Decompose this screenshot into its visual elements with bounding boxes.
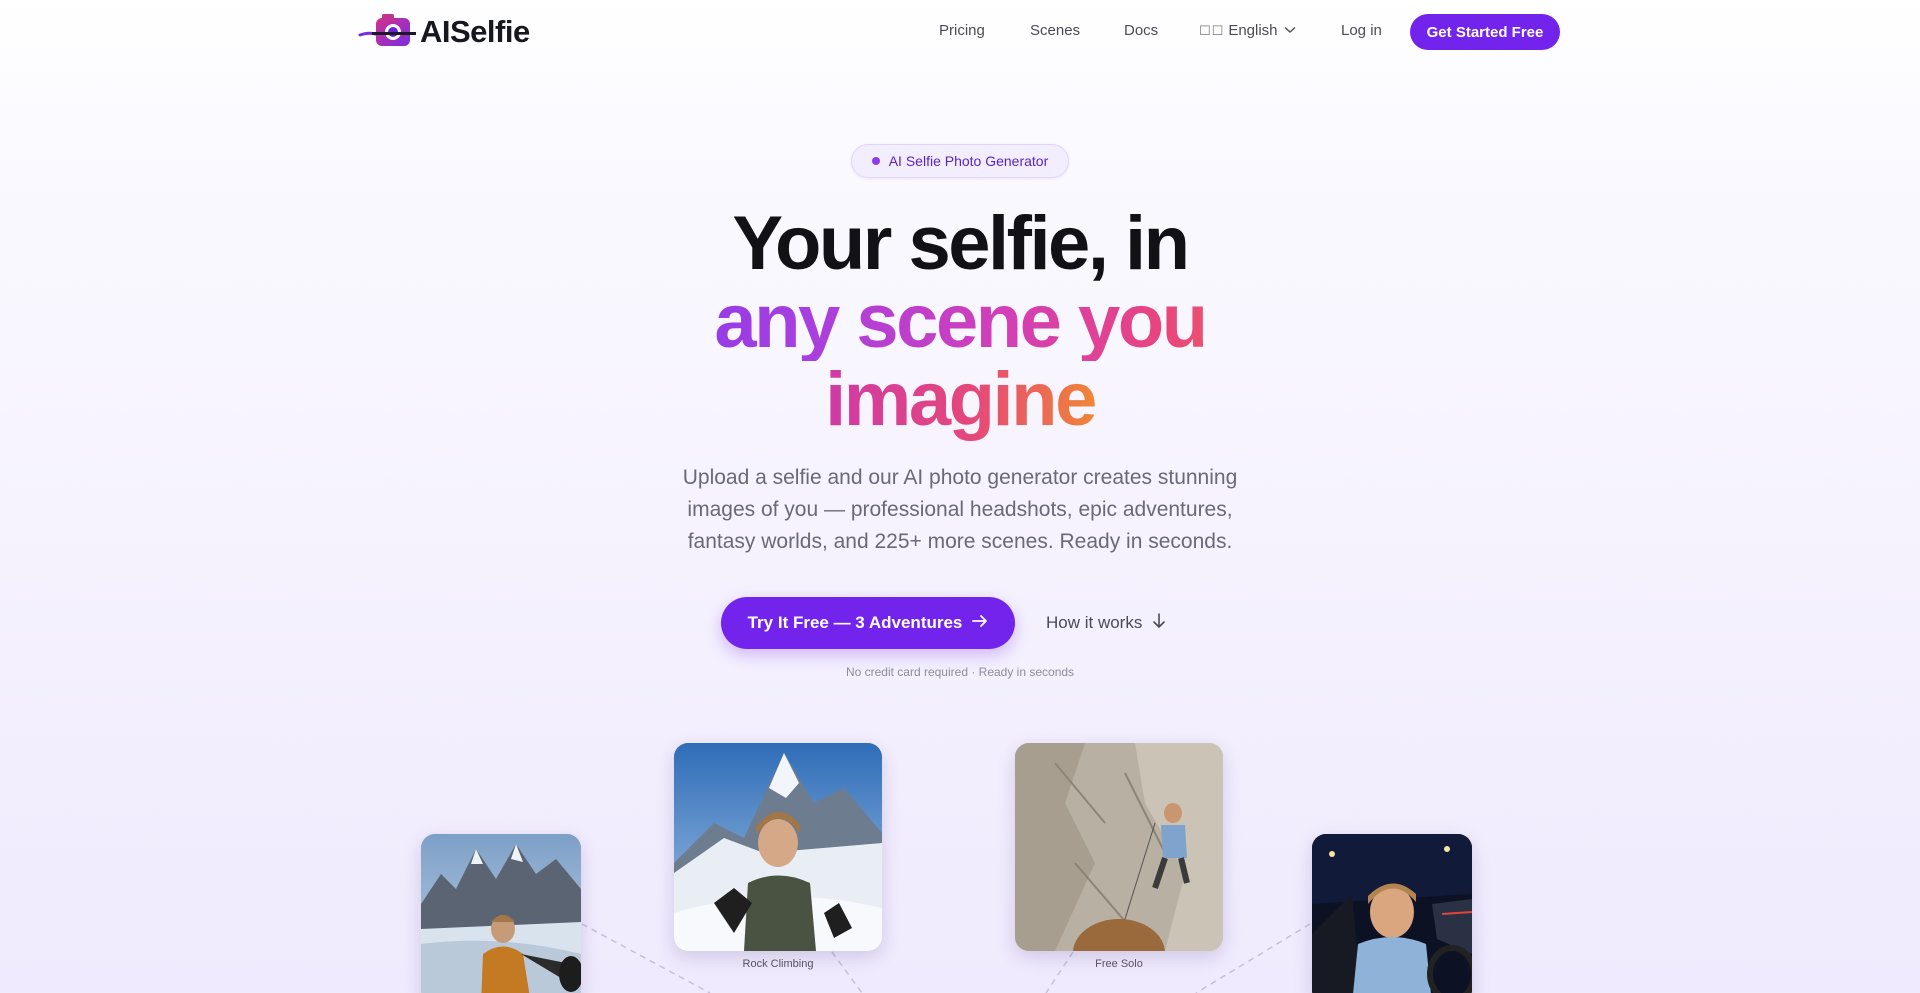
nav-docs-link[interactable]: Docs <box>1124 22 1158 39</box>
headline-line-3: imagine <box>825 357 1097 442</box>
rock-climbing-selfie-image <box>674 743 882 951</box>
login-link[interactable]: Log in <box>1341 22 1382 39</box>
chevron-down-icon <box>1284 25 1296 37</box>
badge-dot-icon <box>871 157 880 165</box>
how-it-works-label: How it works <box>1046 613 1143 632</box>
scene-card-race-car[interactable] <box>1312 834 1472 993</box>
headline-line-2: any scene you <box>560 283 1360 361</box>
scene-card-free-solo[interactable] <box>1015 743 1223 951</box>
hero-subtitle: Upload a selfie and our AI photo generat… <box>682 466 1238 553</box>
badge-label: AI Selfie Photo Generator <box>888 153 1049 169</box>
language-selector[interactable]: ☐☐ English <box>1199 22 1296 39</box>
get-started-button[interactable]: Get Started Free <box>1410 14 1560 50</box>
logo-text: AISelfie <box>420 14 530 49</box>
caption-rock-climbing: Rock Climbing <box>742 958 814 970</box>
flag-icon: ☐☐ <box>1199 22 1225 38</box>
arrow-down-icon <box>1152 612 1166 634</box>
free-solo-selfie-image <box>1015 743 1223 951</box>
glacier-selfie-image <box>421 834 581 993</box>
language-label: English <box>1228 22 1278 39</box>
top-nav: AISelfie Pricing Scenes Docs ☐☐ English … <box>0 0 1920 64</box>
camera-logo-icon <box>358 12 424 52</box>
caption-free-solo: Free Solo <box>1095 958 1143 970</box>
arrow-right-icon <box>972 613 988 633</box>
try-free-label: Try It Free — 3 Adventures <box>747 613 963 632</box>
hero-headline: Your selfie, in any scene you imagine <box>560 205 1360 439</box>
nav-pricing-link[interactable]: Pricing <box>939 22 985 39</box>
try-free-button[interactable]: Try It Free — 3 Adventures <box>721 597 1015 649</box>
nav-scenes-link[interactable]: Scenes <box>1030 22 1080 39</box>
hero-note: No credit card required · Ready in secon… <box>845 665 1075 679</box>
scene-card-rock-climbing[interactable] <box>674 743 882 951</box>
race-car-selfie-image <box>1312 834 1472 993</box>
headline-line-1: Your selfie, in <box>732 201 1190 286</box>
scene-card-glacier[interactable] <box>421 834 581 993</box>
logo[interactable]: AISelfie <box>358 12 530 52</box>
how-it-works-button[interactable]: How it works <box>1046 611 1166 635</box>
hero-badge: AI Selfie Photo Generator <box>851 144 1069 178</box>
